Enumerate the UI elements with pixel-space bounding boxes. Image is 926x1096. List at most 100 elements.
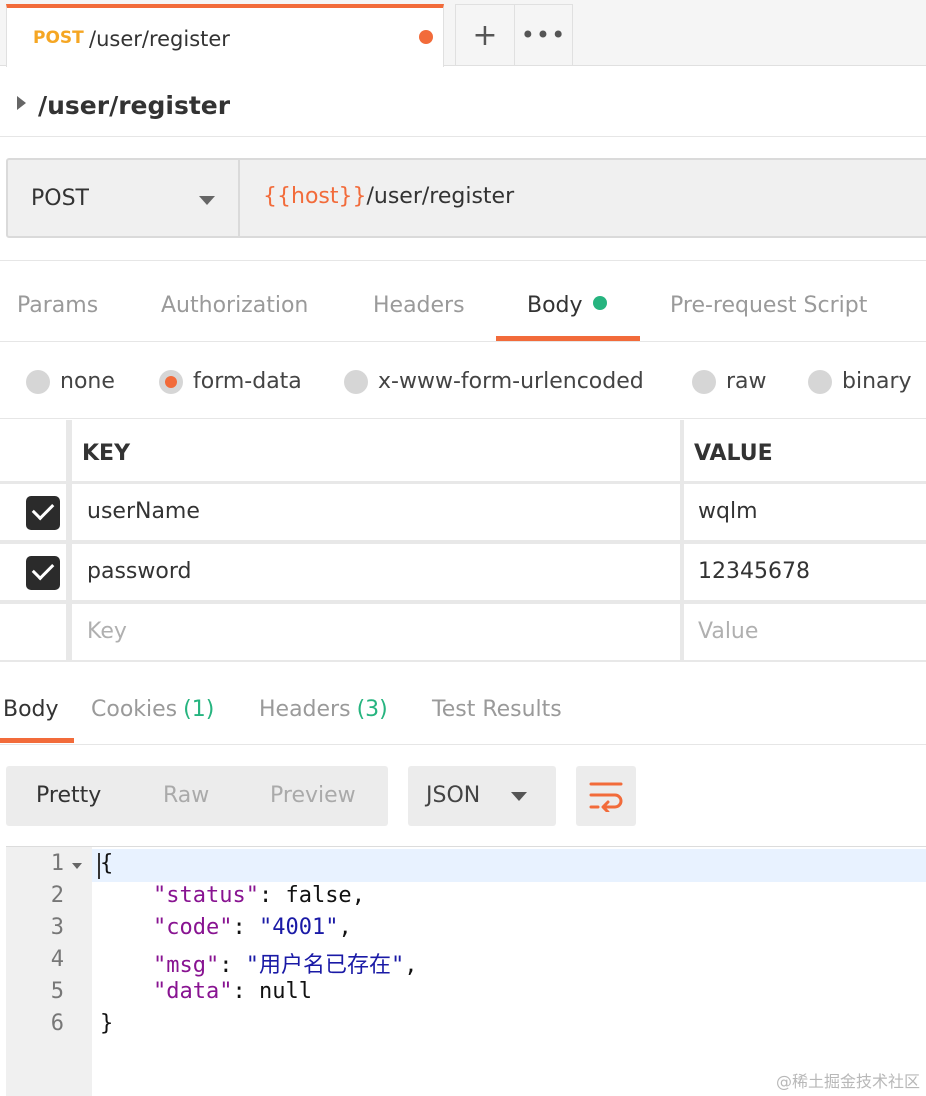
tab-body-label: Body [527, 293, 583, 318]
format-value: JSON [426, 783, 481, 808]
cookies-count: (1) [183, 697, 215, 722]
headers-count: (3) [356, 697, 388, 722]
view-mode-group: Pretty Raw Preview [6, 766, 388, 826]
row-key: userName [87, 499, 200, 524]
headers-label: Headers [259, 697, 351, 722]
tab-authorization[interactable]: Authorization [161, 293, 308, 318]
radio-circle-selected [159, 369, 183, 394]
table-row-value-cell[interactable]: 12345678 [684, 544, 926, 600]
tab-actions: + ••• [455, 4, 573, 66]
table-row-key-cell[interactable]: password [72, 544, 680, 600]
url-bar: POST {{host}}/user/register [6, 158, 926, 238]
tab-headers[interactable]: Headers [373, 293, 465, 318]
value-header: VALUE [694, 441, 773, 466]
view-preview-button[interactable]: Preview [270, 783, 356, 808]
radio-label: raw [726, 369, 767, 394]
row-value: wqlm [698, 499, 758, 524]
tab-method: POST [33, 28, 84, 48]
active-line-highlight [92, 849, 926, 882]
format-select[interactable]: JSON [408, 766, 556, 826]
view-raw-button[interactable]: Raw [163, 783, 209, 808]
json-key: "msg" [152, 953, 220, 978]
radio-x-www-form-urlencoded[interactable]: x-www-form-urlencoded [344, 369, 644, 394]
line-number: 1 [50, 851, 64, 876]
code-line: "data": null [152, 979, 312, 1004]
json-value: null [258, 979, 312, 1004]
new-tab-button[interactable]: + [456, 5, 514, 65]
url-input[interactable]: {{host}}/user/register [263, 184, 514, 209]
response-tab-cookies[interactable]: Cookies (1) [91, 697, 214, 722]
tab-bar: POST /user/register + ••• [0, 0, 926, 67]
code-line: "status": false, [152, 883, 365, 908]
body-type-radios: none form-data x-www-form-urlencoded raw… [0, 342, 926, 419]
line-number: 2 [50, 883, 64, 908]
method-select[interactable]: POST [8, 160, 240, 236]
radio-none[interactable]: none [26, 369, 115, 394]
tab-body[interactable]: Body [527, 293, 607, 318]
value-placeholder: Value [698, 619, 759, 644]
active-tab-underline [496, 336, 640, 341]
chevron-down-icon [511, 792, 527, 801]
key-header: KEY [82, 441, 131, 466]
tab-pre-request-script[interactable]: Pre-request Script [670, 293, 867, 318]
radio-label: form-data [193, 369, 302, 394]
watermark: @稀土掘金技术社区 [775, 1072, 920, 1091]
table-row-value-cell[interactable]: wqlm [684, 484, 926, 540]
radio-label: binary [842, 369, 912, 394]
url-path: /user/register [366, 184, 515, 209]
wrap-lines-button[interactable] [576, 766, 636, 826]
response-code-viewer[interactable]: 1 2 3 4 5 6 { "status": false, "code": "… [6, 846, 926, 1096]
json-value: false [285, 883, 352, 908]
json-key: "data" [152, 979, 233, 1004]
radio-label: x-www-form-urlencoded [378, 369, 644, 394]
request-title[interactable]: /user/register [38, 91, 230, 120]
response-tab-body[interactable]: Body [3, 697, 59, 722]
tab-params[interactable]: Params [17, 293, 98, 318]
chevron-down-icon [199, 196, 215, 205]
row-value: 12345678 [698, 559, 810, 584]
code-line: } [100, 1011, 114, 1036]
line-number: 6 [50, 1011, 64, 1036]
row-key: password [87, 559, 192, 584]
cookies-label: Cookies [91, 697, 178, 722]
table-row-check-cell [0, 484, 66, 540]
wrap-lines-icon [589, 782, 623, 812]
response-tabs: Body Cookies (1) Headers (3) Test Results [0, 664, 926, 745]
view-pretty-button[interactable]: Pretty [36, 783, 101, 808]
response-tab-headers[interactable]: Headers (3) [259, 697, 388, 722]
response-tab-test-results[interactable]: Test Results [432, 697, 562, 722]
header-check-cell [0, 420, 66, 481]
request-tab[interactable]: POST /user/register [6, 4, 444, 67]
radio-form-data[interactable]: form-data [159, 369, 302, 394]
key-placeholder: Key [87, 619, 127, 644]
json-key: "status" [152, 883, 259, 908]
radio-circle [692, 369, 716, 394]
table-row-check-cell [0, 604, 66, 660]
row-checkbox[interactable] [26, 556, 60, 590]
response-active-underline [0, 738, 74, 743]
body-indicator-dot-icon [592, 296, 607, 310]
line-number: 4 [50, 947, 64, 972]
line-number: 5 [50, 979, 64, 1004]
expand-caret-icon[interactable] [17, 96, 26, 110]
line-number: 3 [50, 915, 64, 940]
new-value-input[interactable]: Value [684, 604, 926, 660]
radio-circle [26, 369, 50, 394]
json-value: "4001" [258, 915, 339, 940]
more-tabs-button[interactable]: ••• [513, 5, 572, 65]
radio-binary[interactable]: binary [808, 369, 912, 394]
url-variable: {{host}} [263, 184, 367, 209]
row-checkbox[interactable] [26, 496, 60, 530]
new-key-input[interactable]: Key [72, 604, 680, 660]
fold-arrow-icon[interactable] [72, 863, 82, 869]
code-line: "code": "4001", [152, 915, 352, 940]
request-tabs: Params Authorization Headers Body Pre-re… [0, 260, 926, 342]
table-row-key-cell[interactable]: userName [72, 484, 680, 540]
radio-raw[interactable]: raw [692, 369, 767, 394]
form-data-table: KEY VALUE userName wqlm password 1234567… [0, 420, 926, 662]
key-header-cell: KEY [72, 420, 680, 481]
json-value: "用户名已存在" [245, 953, 405, 978]
code-line: "msg": "用户名已存在", [152, 953, 418, 978]
table-row-check-cell [0, 544, 66, 600]
value-header-cell: VALUE [684, 420, 926, 481]
